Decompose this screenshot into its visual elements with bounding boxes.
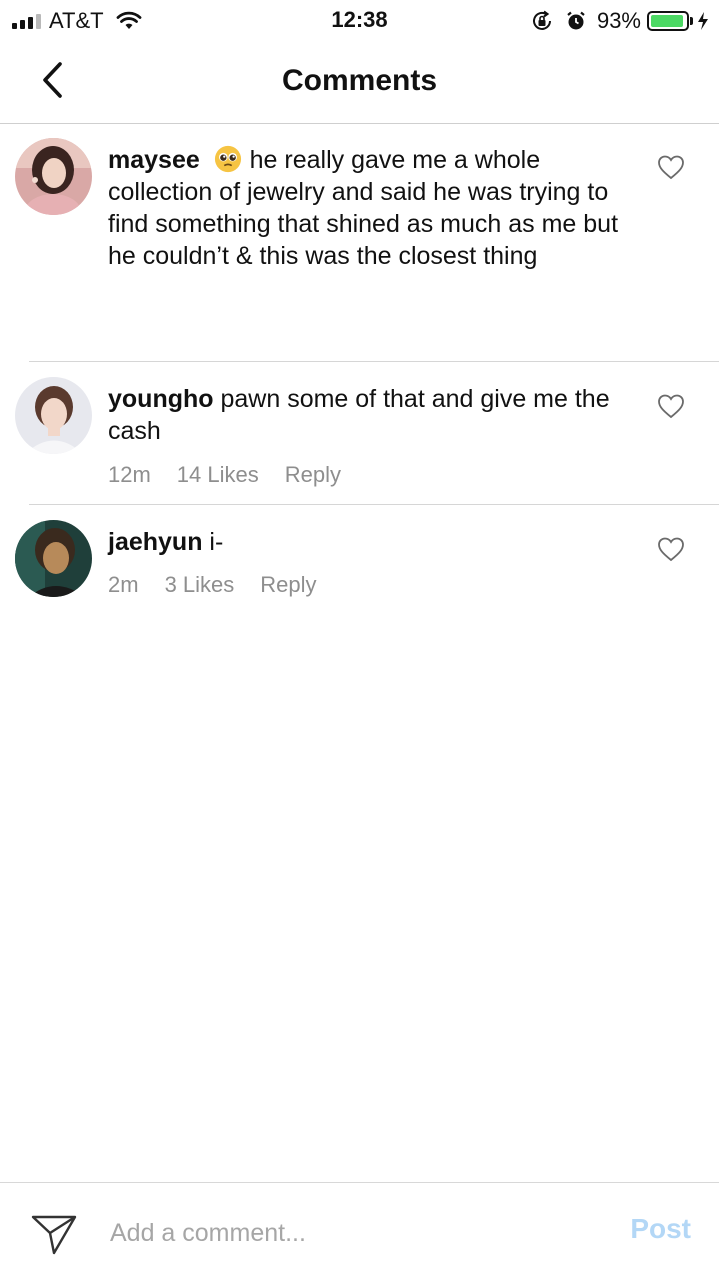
status-right: 93%: [531, 8, 709, 34]
nav-bar: Comments: [0, 40, 719, 124]
post-button[interactable]: Post: [630, 1213, 691, 1245]
comment-divider: [29, 361, 719, 362]
like-heart-icon[interactable]: [657, 393, 685, 419]
comment-meta: 12m 14 Likes Reply: [108, 462, 367, 488]
comment-likes[interactable]: 3 Likes: [165, 572, 235, 598]
page-title: Comments: [281, 64, 438, 97]
battery-icon: [647, 11, 689, 31]
comment-likes[interactable]: 14 Likes: [177, 462, 259, 488]
like-heart-icon[interactable]: [657, 536, 685, 562]
battery-fill: [651, 15, 683, 27]
comment-meta: 2m 3 Likes Reply: [108, 572, 343, 598]
comment-composer: Post: [0, 1182, 719, 1280]
avatar[interactable]: [15, 138, 92, 215]
charging-icon: [698, 12, 708, 30]
comment-item: jaehyun i- 2m 3 Likes Reply: [0, 520, 719, 610]
battery-percent: 93%: [596, 8, 641, 33]
comment-text: maysee he really gave me a whole collect…: [108, 144, 628, 272]
pleading-face-emoji: [213, 145, 250, 174]
comment-username[interactable]: youngho: [108, 385, 214, 413]
comment-username[interactable]: maysee: [108, 146, 200, 174]
comment-time: 2m: [108, 572, 139, 597]
comment-body: i-: [202, 528, 224, 556]
orientation-lock-icon: [532, 10, 551, 30]
comment-divider: [29, 504, 719, 505]
comment-item: youngho pawn some of that and give me th…: [0, 377, 719, 503]
avatar[interactable]: [15, 520, 92, 597]
like-heart-icon[interactable]: [657, 154, 685, 180]
comment-input[interactable]: [110, 1211, 590, 1255]
reply-button[interactable]: Reply: [285, 462, 341, 488]
comment-text: youngho pawn some of that and give me th…: [108, 383, 628, 447]
comment-time: 12m: [108, 462, 151, 487]
comment-item: maysee he really gave me a whole collect…: [0, 138, 719, 360]
comments-screen: AT&T 12:38 93% Comments maysee he really…: [0, 0, 719, 1280]
comment-text: jaehyun i-: [108, 526, 628, 558]
status-bar: AT&T 12:38 93%: [0, 0, 719, 40]
comment-username[interactable]: jaehyun: [108, 528, 202, 556]
avatar[interactable]: [15, 377, 92, 454]
reply-button[interactable]: Reply: [260, 572, 316, 598]
paper-plane-icon[interactable]: [30, 1211, 78, 1255]
alarm-icon: [567, 11, 585, 30]
battery-cap: [690, 17, 693, 25]
